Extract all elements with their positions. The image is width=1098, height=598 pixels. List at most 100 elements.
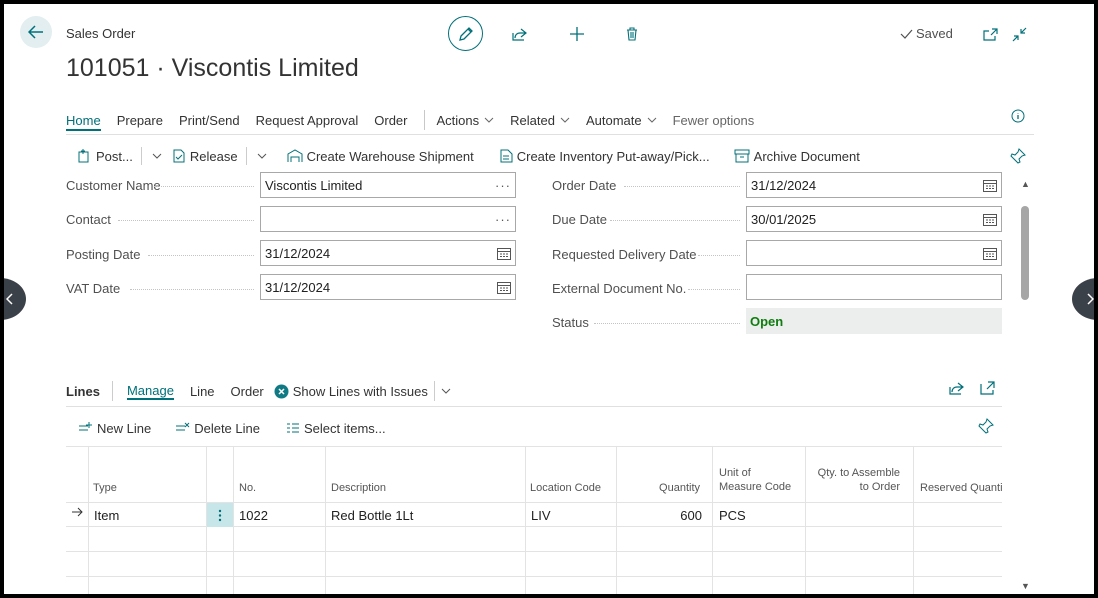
- lines-expand-button[interactable]: [980, 381, 995, 395]
- collapse-icon: [1012, 27, 1026, 41]
- open-new-window-button[interactable]: [979, 23, 1001, 45]
- info-button[interactable]: [1011, 109, 1025, 123]
- chevron-down-icon[interactable]: [152, 153, 162, 159]
- due-date-field[interactable]: 30/01/2025: [746, 206, 1002, 232]
- issue-x-icon: [274, 384, 289, 398]
- column-header-quantity[interactable]: Quantity: [622, 481, 700, 495]
- menu-separator: [423, 110, 425, 130]
- release-button[interactable]: Release: [172, 149, 238, 164]
- archive-document-button[interactable]: Archive Document: [734, 149, 860, 164]
- chevron-down-icon[interactable]: [441, 388, 451, 394]
- table-row[interactable]: Item 1022 Red Bottle 1Lt LIV 600 PCS: [66, 502, 1002, 527]
- pin-button[interactable]: [1010, 148, 1026, 164]
- select-items-button[interactable]: Select items...: [286, 421, 386, 436]
- requested-delivery-date-field[interactable]: [746, 240, 1002, 266]
- menu-automate[interactable]: Automate: [586, 113, 657, 128]
- contact-label: Contact: [66, 212, 111, 227]
- cell-no[interactable]: 1022: [239, 508, 268, 523]
- external-document-no-field[interactable]: [746, 274, 1002, 300]
- lines-grid: Type No. Description Location Code Quant…: [66, 446, 1002, 594]
- column-header-reserved-quantity[interactable]: Reserved Quantity: [920, 481, 1002, 495]
- customer-name-field[interactable]: Viscontis Limited ···: [260, 172, 516, 198]
- menu-home[interactable]: Home: [66, 113, 101, 131]
- cell-quantity[interactable]: 600: [622, 508, 702, 523]
- chevron-right-icon: [1087, 293, 1094, 305]
- leader-dots: [610, 220, 740, 221]
- column-header-description[interactable]: Description: [331, 481, 386, 495]
- menu-actions[interactable]: Actions: [437, 113, 495, 128]
- ellipsis-icon[interactable]: ···: [495, 178, 511, 193]
- delete-line-icon: [176, 422, 190, 431]
- menu-print-send[interactable]: Print/Send: [179, 113, 240, 128]
- create-warehouse-shipment-button[interactable]: Create Warehouse Shipment: [287, 149, 474, 164]
- row-menu-button[interactable]: [207, 503, 233, 527]
- calendar-icon[interactable]: [983, 247, 997, 260]
- leader-dots: [118, 220, 254, 221]
- post-button[interactable]: Post...: [78, 149, 133, 164]
- info-icon: [1011, 109, 1025, 123]
- column-header-no[interactable]: No.: [239, 481, 256, 495]
- column-header-uom-line2: Measure Code: [719, 481, 792, 493]
- contact-field[interactable]: ···: [260, 206, 516, 232]
- delete-line-button[interactable]: Delete Line: [175, 421, 260, 436]
- column-header-unit-of-measure[interactable]: Unit of Measure Code: [719, 466, 791, 494]
- order-date-field[interactable]: 31/12/2024: [746, 172, 1002, 198]
- arrow-left-icon: [28, 25, 43, 39]
- more-vertical-icon: [218, 509, 222, 521]
- column-header-location-code[interactable]: Location Code: [530, 481, 601, 495]
- ellipsis-icon[interactable]: ···: [495, 212, 511, 227]
- scroll-up-arrow[interactable]: ▲: [1021, 179, 1030, 189]
- leader-dots: [154, 186, 254, 187]
- lines-tab-order[interactable]: Order: [231, 384, 264, 399]
- scroll-down-arrow[interactable]: ▼: [1021, 581, 1030, 591]
- cell-uom[interactable]: PCS: [719, 508, 746, 523]
- menu-request-approval[interactable]: Request Approval: [256, 113, 359, 128]
- pencil-icon: [458, 26, 473, 41]
- collapse-button[interactable]: [1008, 23, 1030, 45]
- posting-date-field[interactable]: 31/12/2024: [260, 240, 516, 266]
- post-icon: [78, 149, 89, 163]
- menu-related-label: Related: [510, 112, 555, 128]
- menu-order[interactable]: Order: [374, 113, 407, 128]
- post-label: Post...: [96, 148, 133, 164]
- show-lines-with-issues-button[interactable]: Show Lines with Issues: [274, 384, 428, 399]
- lines-tab-line[interactable]: Line: [190, 384, 215, 399]
- cell-location-code[interactable]: LIV: [531, 508, 551, 523]
- due-date-value: 30/01/2025: [751, 211, 817, 227]
- new-button[interactable]: [566, 23, 588, 45]
- calendar-icon[interactable]: [497, 281, 511, 294]
- row-selected-arrow-icon: [71, 506, 83, 518]
- lines-tab-manage[interactable]: Manage: [126, 383, 174, 400]
- back-button[interactable]: [20, 16, 52, 48]
- previous-record-button[interactable]: [4, 278, 26, 320]
- table-row-empty[interactable]: [66, 552, 1002, 577]
- vat-date-field[interactable]: 31/12/2024: [260, 274, 516, 300]
- chevron-down-icon[interactable]: [257, 153, 267, 159]
- calendar-icon[interactable]: [497, 247, 511, 260]
- archive-document-label: Archive Document: [753, 148, 860, 164]
- menu-related[interactable]: Related: [510, 113, 570, 128]
- chevron-down-icon: [647, 117, 656, 123]
- cell-description[interactable]: Red Bottle 1Lt: [331, 508, 413, 523]
- release-icon: [173, 149, 185, 163]
- scrollbar-thumb[interactable]: [1021, 206, 1029, 300]
- lines-pin-button[interactable]: [978, 418, 994, 434]
- share-button[interactable]: [509, 23, 531, 45]
- new-line-button[interactable]: New Line: [78, 421, 151, 436]
- table-row-empty[interactable]: [66, 527, 1002, 552]
- share-icon: [512, 28, 527, 41]
- calendar-icon[interactable]: [983, 179, 997, 192]
- fewer-options-link[interactable]: Fewer options: [673, 113, 755, 128]
- menu-prepare[interactable]: Prepare: [117, 113, 163, 128]
- next-record-button[interactable]: [1072, 278, 1094, 320]
- lines-share-button[interactable]: [949, 381, 965, 395]
- edit-button[interactable]: [448, 16, 483, 51]
- column-header-type[interactable]: Type: [93, 481, 117, 495]
- external-document-no-label: External Document No.: [552, 281, 687, 296]
- calendar-icon[interactable]: [983, 213, 997, 226]
- delete-button[interactable]: [621, 23, 643, 45]
- cell-type[interactable]: Item: [94, 508, 119, 523]
- table-row-empty[interactable]: [66, 577, 1002, 594]
- create-inventory-putaway-button[interactable]: Create Inventory Put-away/Pick...: [500, 149, 710, 164]
- column-header-qty-to-assemble[interactable]: Qty. to Assemble to Order: [811, 466, 900, 494]
